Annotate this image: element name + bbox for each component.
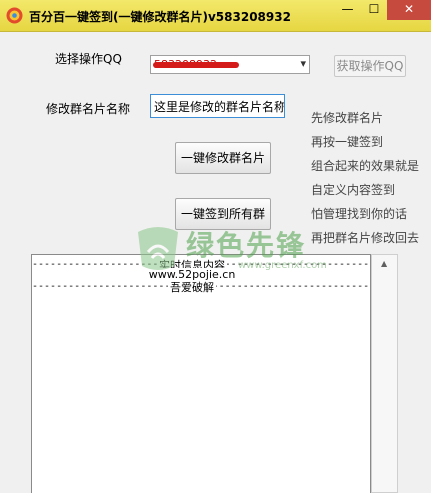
log-footer: 吾爱破解: [168, 281, 216, 294]
maximize-button[interactable]: ☐: [361, 0, 387, 20]
log-scrollbar[interactable]: ▲: [371, 254, 398, 493]
minimize-button[interactable]: —: [334, 0, 361, 20]
hint-line-4: 自定义内容签到: [311, 183, 396, 197]
qq-select-label: 选择操作QQ: [55, 52, 122, 66]
log-textarea[interactable]: ----------------------------------------…: [31, 254, 371, 493]
chevron-down-icon[interactable]: ▾: [300, 57, 306, 70]
hint-line-5: 怕管理找到你的话: [311, 207, 408, 221]
card-name-label: 修改群名片名称: [46, 102, 131, 116]
signin-all-button[interactable]: 一键签到所有群: [175, 198, 271, 230]
hint-line-1: 先修改群名片: [311, 111, 384, 125]
app-logo-icon: [6, 7, 23, 24]
redaction-scribble: [153, 62, 239, 68]
card-name-input[interactable]: 这里是修改的群名片名称: [150, 94, 285, 118]
modify-card-button[interactable]: 一键修改群名片: [175, 142, 271, 174]
window-title: 百分百一键签到(一键修改群名片)v583208932: [29, 10, 291, 24]
hint-line-3: 组合起来的效果就是: [311, 159, 420, 173]
title-bar[interactable]: 百分百一键签到(一键修改群名片)v583208932 — ☐ ✕: [0, 0, 431, 32]
hint-line-2: 再按一键签到: [311, 135, 384, 149]
get-qq-button[interactable]: 获取操作QQ: [334, 55, 406, 77]
scroll-up-icon[interactable]: ▲: [381, 259, 387, 268]
hint-line-6: 再把群名片修改回去: [311, 231, 420, 245]
qq-select[interactable]: 583208932 ▾: [150, 55, 310, 74]
close-button[interactable]: ✕: [387, 0, 431, 20]
